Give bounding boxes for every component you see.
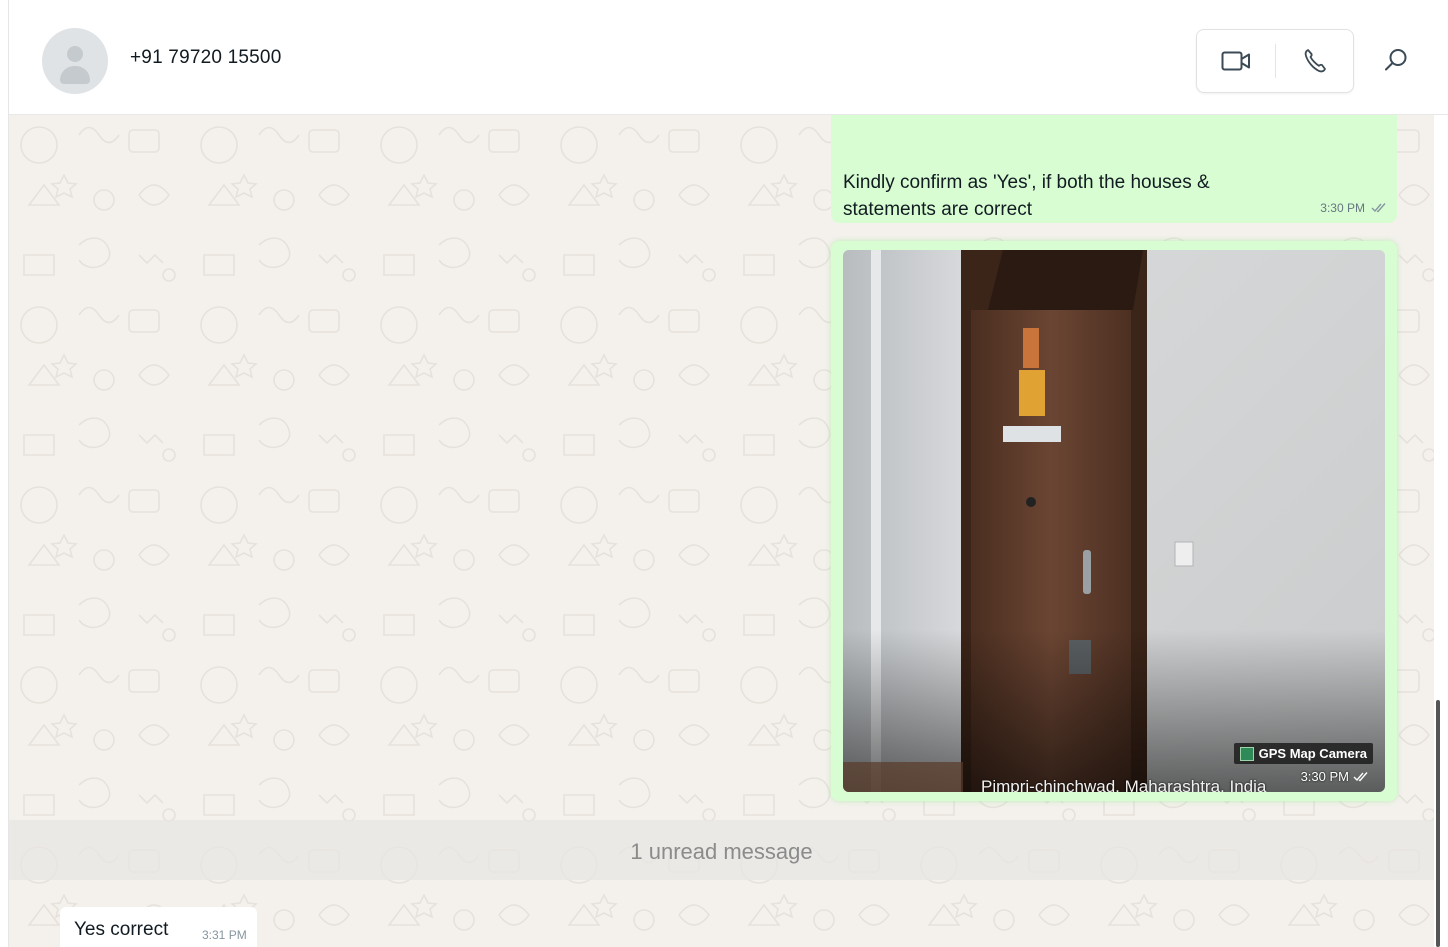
message-text: Yes correct (74, 919, 169, 940)
message-meta: 3:30 PM (1320, 201, 1387, 215)
message-text: Kindly confirm as 'Yes', if both the hou… (843, 172, 1210, 220)
gps-map-camera-label: GPS Map Camera (1233, 743, 1373, 764)
search-icon (1385, 49, 1407, 71)
image-message-meta: 3:30 PM (1301, 769, 1369, 784)
contact-avatar[interactable] (42, 28, 108, 94)
chat-header: +91 79720 15500 (9, 0, 1448, 115)
unread-count-text: 1 unread message (630, 839, 813, 864)
double-check-icon (1371, 203, 1386, 213)
photo-location-text: Pimpri-chinchwad, Maharashtra, India (981, 777, 1267, 792)
window-left-edge (0, 0, 9, 947)
gps-camera-logo-icon (1239, 746, 1254, 761)
outgoing-image-bubble[interactable]: GPS Map Camera Pimpri-chinchwad, Maharas… (831, 241, 1397, 801)
double-check-icon (1353, 771, 1368, 781)
contact-name[interactable]: +91 79720 15500 (130, 47, 281, 69)
default-avatar-icon (67, 46, 83, 62)
door-photo[interactable]: GPS Map Camera Pimpri-chinchwad, Maharas… (843, 250, 1385, 792)
message-time: 3:30 PM (1320, 201, 1365, 215)
search-button[interactable] (1377, 40, 1415, 80)
door-photo-image (843, 250, 1385, 792)
voice-call-button[interactable] (1276, 30, 1354, 92)
message-time: 3:30 PM (1300, 769, 1349, 784)
unread-messages-banner: 1 unread message (9, 820, 1434, 880)
phone-icon (1304, 49, 1326, 73)
video-camera-icon (1221, 51, 1250, 71)
incoming-message-bubble[interactable]: Yes correct 3:31 PM (60, 907, 257, 947)
call-button-group (1196, 29, 1354, 93)
chat-area: Kindly confirm as 'Yes', if both the hou… (9, 115, 1434, 947)
message-time: 3:31 PM (202, 928, 247, 942)
outgoing-message-bubble[interactable]: Kindly confirm as 'Yes', if both the hou… (831, 115, 1397, 223)
video-call-button[interactable] (1197, 30, 1275, 92)
chat-scrollbar-thumb[interactable] (1436, 700, 1440, 947)
